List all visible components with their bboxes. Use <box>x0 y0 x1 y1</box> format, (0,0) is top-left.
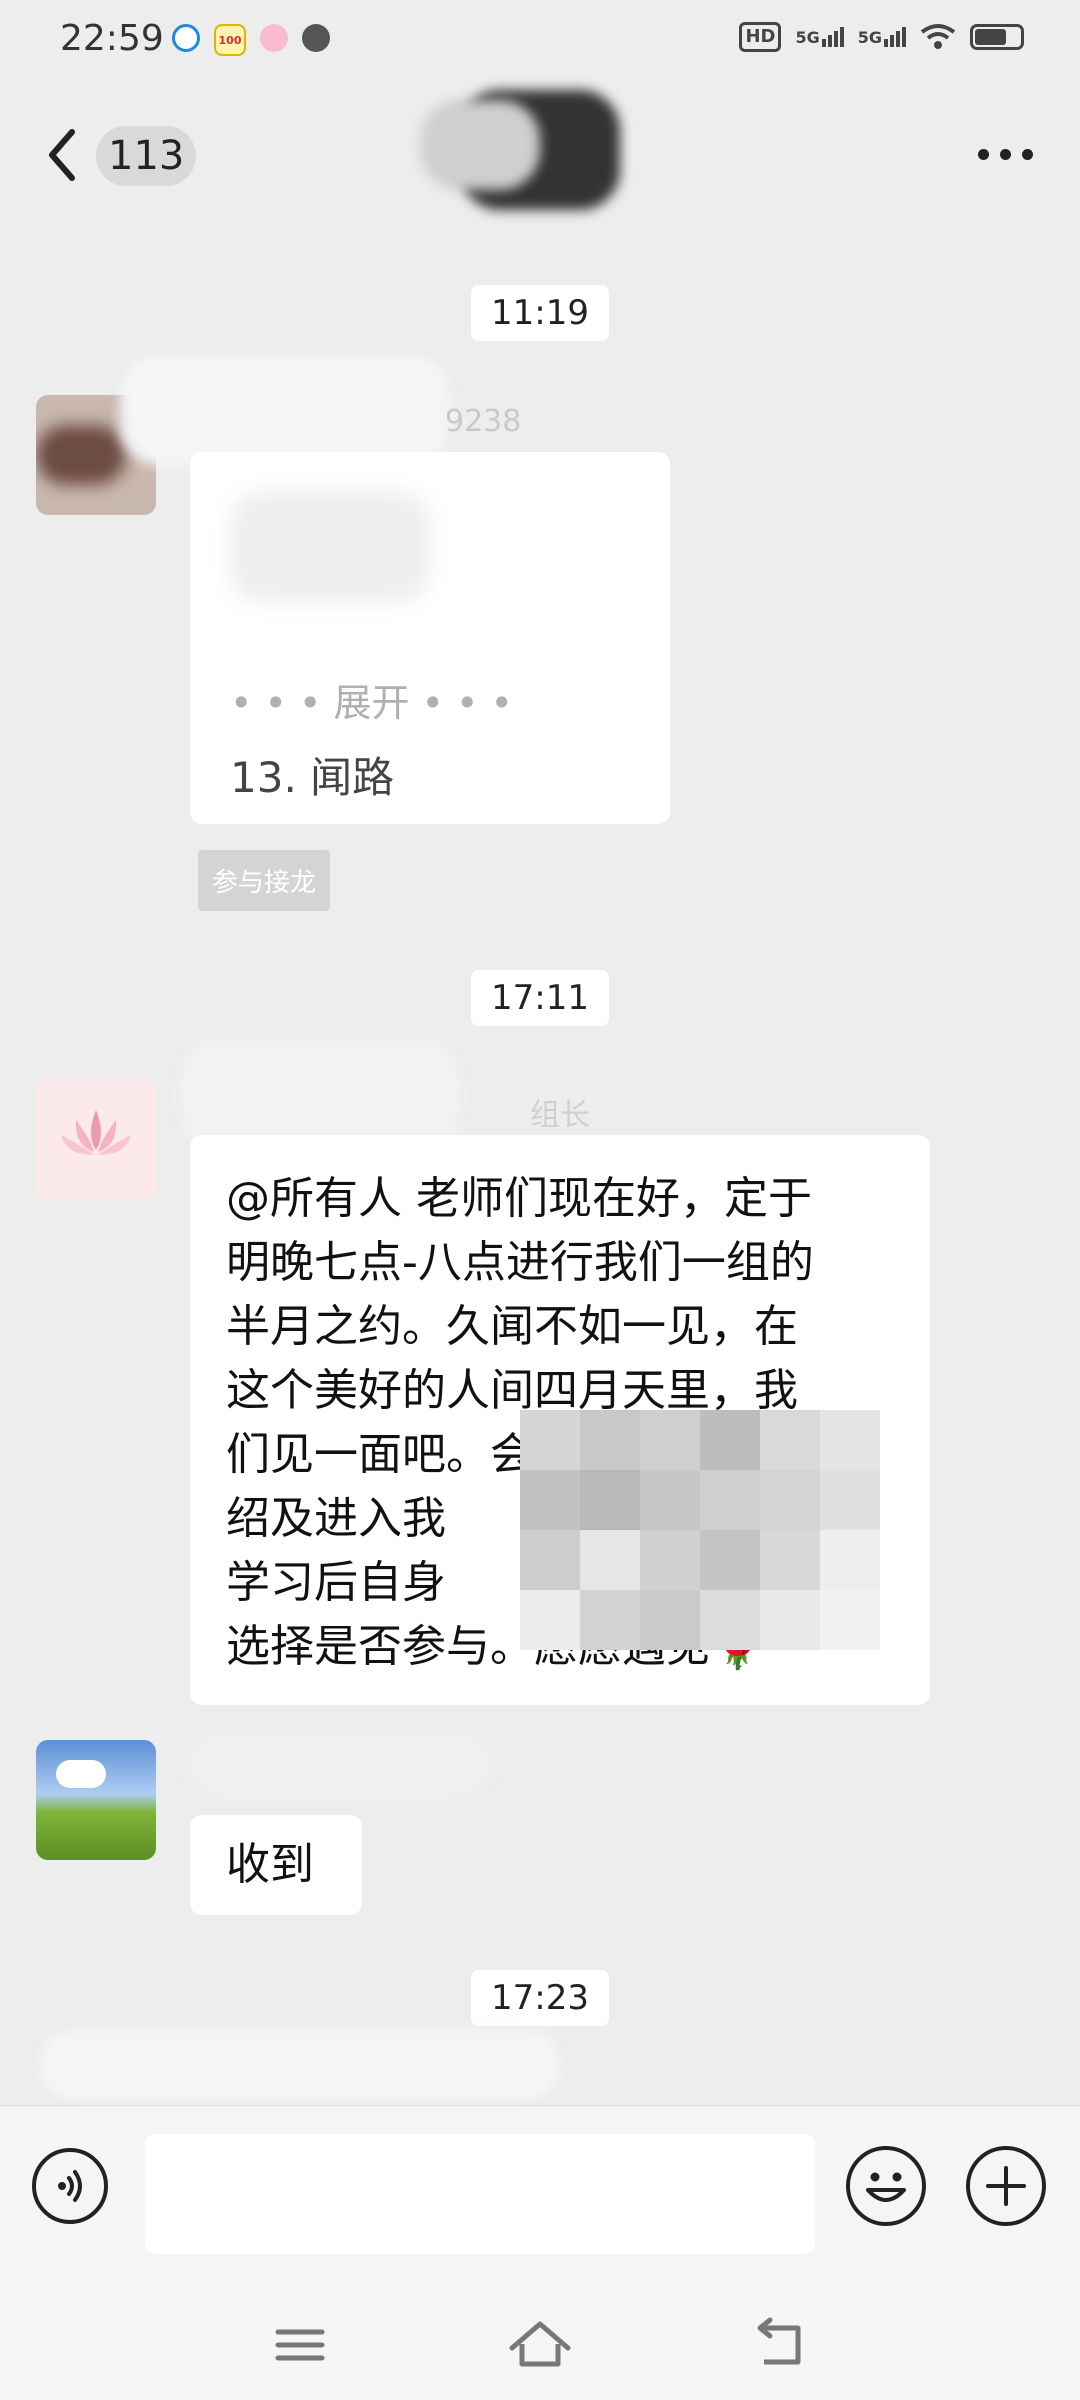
status-app-icons: 100 <box>172 24 330 56</box>
redacted-entry-smear <box>440 732 600 802</box>
card-entry: 13. 闻路 <box>230 753 395 802</box>
message-text: 收到 <box>226 1839 314 1890</box>
timestamp-pill: 11:19 <box>471 285 609 341</box>
message-line: 半月之约。久闻不如一见，在 <box>226 1301 798 1352</box>
home-icon[interactable] <box>500 2310 580 2380</box>
lotus-icon <box>61 1110 131 1155</box>
more-icon[interactable] <box>970 134 1040 174</box>
expand-link[interactable]: • • • 展开 • • • <box>230 672 513 727</box>
chat-header: 113 <box>0 90 1080 210</box>
network-label-2: 5G <box>857 28 882 47</box>
wifi-icon <box>920 24 956 49</box>
system-nav-bar <box>0 2290 1080 2400</box>
message-line: 明晚七点-八点进行我们一组的 <box>226 1237 814 1288</box>
emoji-icon[interactable] <box>846 2146 926 2226</box>
redacted-sender-smear <box>180 1040 460 1150</box>
timestamp-pill: 17:11 <box>471 970 609 1026</box>
redacted-sender-smear <box>190 1730 490 1800</box>
avatar-app-icon <box>302 24 330 52</box>
sender-name: 9238 <box>445 404 522 439</box>
app-100-icon: 100 <box>214 24 246 56</box>
solitaire-card[interactable]: • • • 展开 • • • 13. 闻路 <box>190 452 670 824</box>
cloud-shape <box>56 1760 106 1788</box>
status-time: 22:59 <box>60 18 164 59</box>
browser-icon <box>172 24 200 52</box>
join-solitaire-button[interactable]: 参与接龙 <box>198 850 331 911</box>
camera-app-icon <box>260 24 288 52</box>
message-line: @所有人 老师们现在好，定于 <box>226 1173 812 1224</box>
input-bar <box>0 2105 1080 2291</box>
voice-icon[interactable] <box>32 2148 108 2224</box>
signal-icon-2: 5G <box>858 27 906 47</box>
plus-icon[interactable] <box>966 2146 1046 2226</box>
sender-name: 组长 <box>530 1098 590 1133</box>
message-input[interactable] <box>145 2134 815 2254</box>
redacted-sender-smear <box>120 355 450 465</box>
avatar[interactable] <box>36 1080 156 1200</box>
network-label-1: 5G <box>795 28 820 47</box>
back-nav-icon[interactable] <box>740 2310 820 2380</box>
status-right: HD 5G 5G <box>739 22 1024 52</box>
back-arrow-icon[interactable] <box>40 120 80 190</box>
menu-icon[interactable] <box>260 2310 340 2380</box>
redacted-next-message <box>40 2030 560 2100</box>
mosaic-redaction <box>520 1410 880 1650</box>
avatar[interactable] <box>36 1740 156 1860</box>
timestamp-pill: 17:23 <box>471 1970 609 2026</box>
reply-bubble[interactable]: 收到 <box>190 1815 362 1915</box>
hd-icon: HD <box>739 22 782 52</box>
redacted-title-smear <box>420 100 540 190</box>
signal-icon-1: 5G <box>795 27 844 47</box>
unread-count-badge[interactable]: 113 <box>96 126 197 186</box>
battery-icon <box>970 24 1024 50</box>
status-bar: 22:59 100 HD 5G 5G <box>0 0 1080 80</box>
redacted-card-header <box>230 492 430 602</box>
